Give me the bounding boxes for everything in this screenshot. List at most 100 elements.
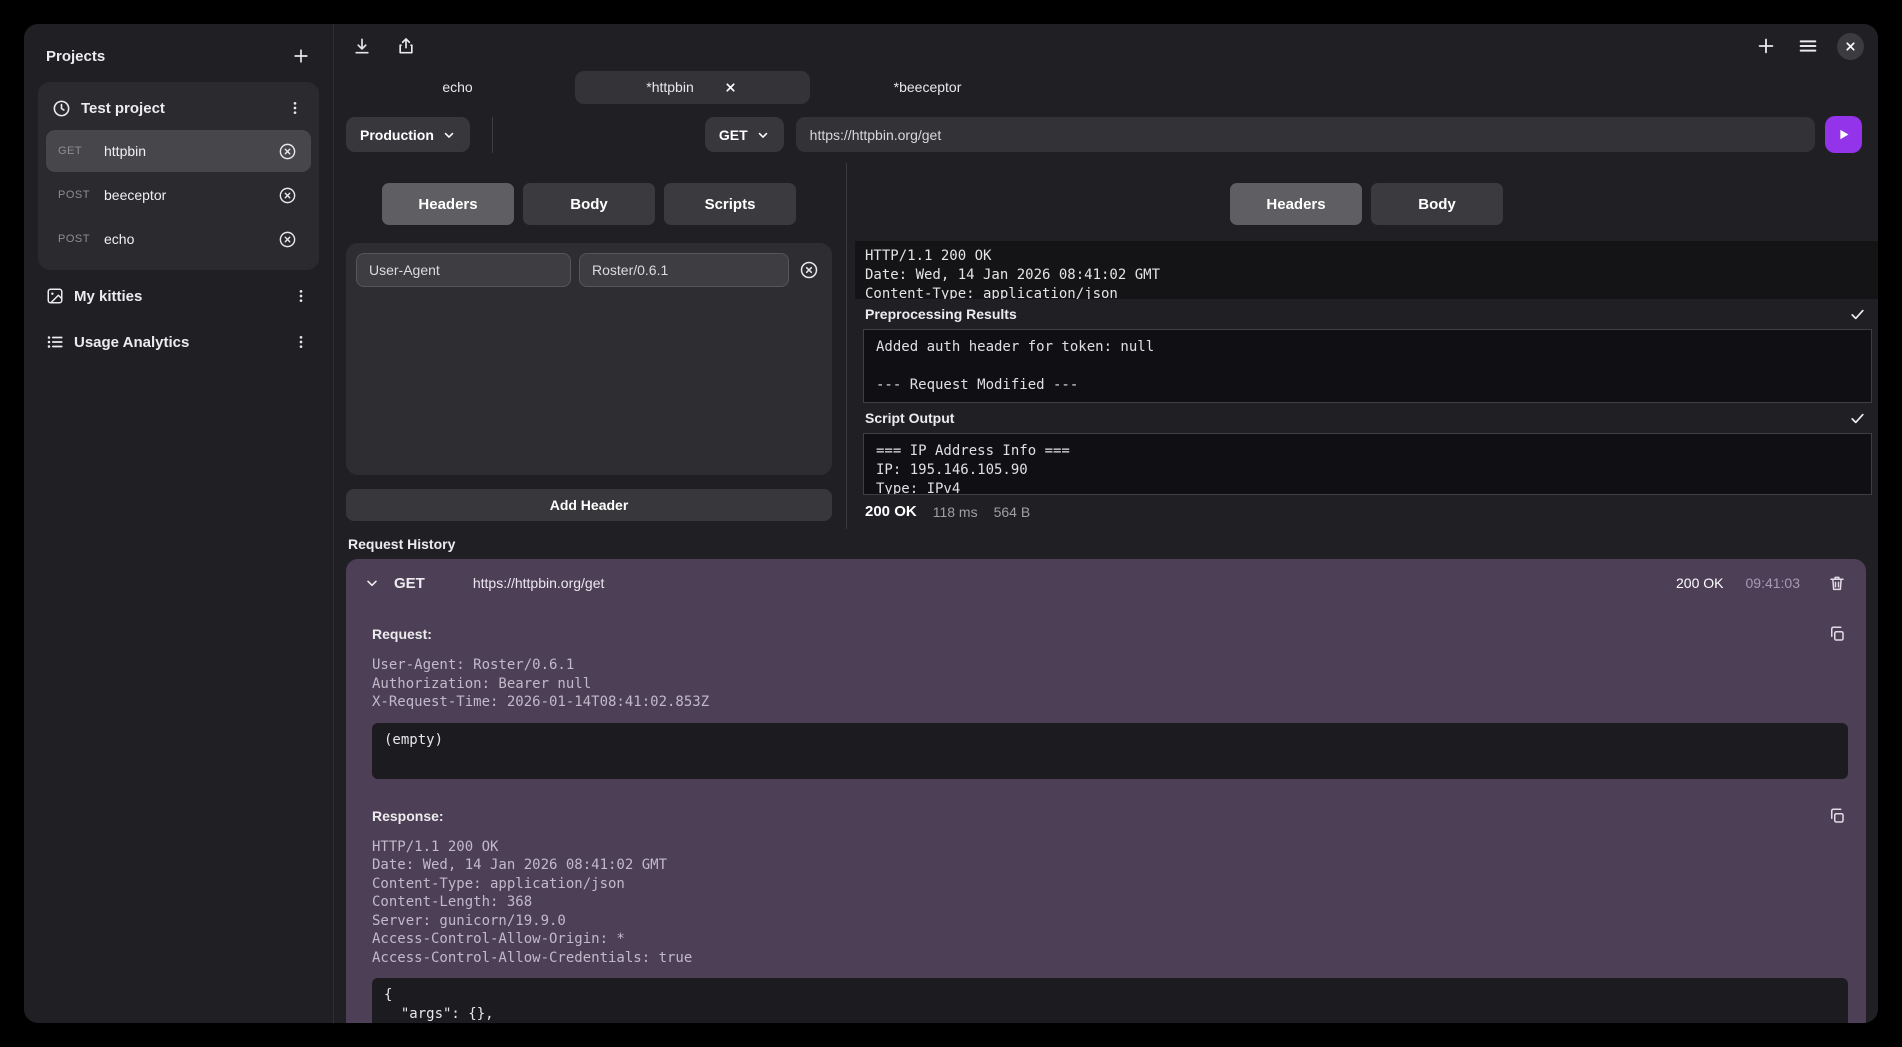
script-output[interactable]: === IP Address Info === IP: 195.146.105.… — [863, 433, 1872, 495]
response-panel-tabs: Headers Body — [855, 183, 1878, 225]
sidebar-item-label: My kitties — [74, 288, 281, 305]
history-entry-body: Request: User-Agent: Roster/0.6.1 Author… — [346, 623, 1866, 1023]
import-button[interactable] — [350, 34, 374, 58]
request-history-title: Request History — [346, 529, 1866, 559]
request-bar: Production GET — [334, 106, 1878, 163]
app-window: Projects Test project GET httpbin — [24, 24, 1878, 1023]
method-selector[interactable]: GET — [705, 117, 784, 152]
copy-request-button[interactable] — [1826, 623, 1848, 645]
history-request-headers: User-Agent: Roster/0.6.1 Authorization: … — [372, 656, 1848, 712]
new-tab-button[interactable] — [1753, 33, 1779, 59]
check-icon — [1849, 410, 1866, 427]
tab-close-button[interactable] — [722, 79, 739, 96]
preprocessing-title: Preprocessing Results — [865, 306, 1017, 322]
script-output-section-header: Script Output — [855, 403, 1878, 433]
response-headers-output[interactable]: HTTP/1.1 200 OK Date: Wed, 14 Jan 2026 0… — [855, 241, 1878, 299]
history-entry-header[interactable]: GET https://httpbin.org/get 200 OK 09:41… — [346, 559, 1866, 607]
kebab-icon — [293, 288, 309, 304]
history-response-body: { "args": {}, "headers": { — [372, 978, 1848, 1023]
request-method-badge: POST — [58, 189, 104, 201]
copy-icon — [1828, 625, 1846, 643]
delete-history-button[interactable] — [1826, 572, 1848, 594]
header-key-input[interactable] — [356, 253, 571, 287]
collection-menu-button[interactable] — [291, 286, 311, 306]
request-label: Request: — [372, 626, 432, 642]
sidebar: Projects Test project GET httpbin — [24, 24, 334, 1023]
image-icon — [46, 287, 64, 305]
circle-x-icon — [278, 186, 297, 205]
close-icon — [1844, 40, 1857, 53]
divider — [492, 117, 493, 153]
tab-beeceptor[interactable]: *beeceptor — [810, 71, 1045, 104]
request-name: beeceptor — [104, 187, 276, 203]
new-project-button[interactable] — [289, 44, 313, 68]
add-header-button[interactable]: Add Header — [346, 489, 832, 521]
remove-request-button[interactable] — [276, 184, 299, 207]
response-label: Response: — [372, 808, 444, 824]
collection-menu-button[interactable] — [291, 332, 311, 352]
list-icon — [46, 333, 64, 351]
history-method: GET — [394, 575, 425, 592]
request-name: echo — [104, 231, 276, 247]
preprocessing-output[interactable]: Added auth header for token: null --- Re… — [863, 329, 1872, 403]
url-input[interactable] — [796, 117, 1815, 152]
app-menu-button[interactable] — [1795, 33, 1821, 59]
tab-label: *httpbin — [646, 79, 693, 95]
sidebar-request-httpbin[interactable]: GET httpbin — [46, 130, 311, 172]
headers-panel — [346, 243, 832, 475]
remove-header-button[interactable] — [797, 258, 821, 282]
tab-headers[interactable]: Headers — [382, 183, 514, 225]
document-tab-bar: echo *httpbin *beeceptor — [334, 68, 1878, 106]
status-code: 200 OK — [865, 503, 917, 520]
sidebar-item-usage-analytics[interactable]: Usage Analytics — [38, 316, 319, 362]
copy-icon — [1828, 807, 1846, 825]
tab-response-headers[interactable]: Headers — [1230, 183, 1362, 225]
request-editor-tabs: Headers Body Scripts — [346, 183, 832, 225]
environment-label: Production — [360, 127, 434, 143]
tab-scripts[interactable]: Scripts — [664, 183, 796, 225]
project-header[interactable]: Test project — [46, 90, 311, 130]
kebab-icon — [293, 334, 309, 350]
request-name: httpbin — [104, 143, 276, 159]
circle-x-icon — [278, 142, 297, 161]
remove-request-button[interactable] — [276, 140, 299, 163]
sidebar-header: Projects — [38, 40, 319, 78]
chevron-down-icon[interactable] — [364, 575, 380, 591]
method-label: GET — [719, 127, 748, 143]
send-button[interactable] — [1825, 116, 1862, 153]
copy-response-button[interactable] — [1826, 805, 1848, 827]
history-timestamp: 09:41:03 — [1746, 575, 1801, 591]
circle-x-icon — [799, 260, 819, 280]
kebab-icon — [287, 100, 303, 116]
sidebar-title: Projects — [46, 48, 105, 65]
remove-request-button[interactable] — [276, 228, 299, 251]
header-value-input[interactable] — [579, 253, 789, 287]
sidebar-request-echo[interactable]: POST echo — [46, 218, 311, 260]
tab-echo[interactable]: echo — [340, 71, 575, 104]
response-size: 564 B — [994, 504, 1031, 520]
environment-selector[interactable]: Production — [346, 117, 470, 152]
tab-label: *beeceptor — [894, 79, 962, 95]
request-method-badge: GET — [58, 145, 104, 157]
main-area: echo *httpbin *beeceptor Production GET — [334, 24, 1878, 1023]
check-icon — [1849, 306, 1866, 323]
export-button[interactable] — [394, 34, 418, 58]
circle-x-icon — [278, 230, 297, 249]
header-row — [356, 253, 822, 287]
project-menu-button[interactable] — [285, 98, 305, 118]
tab-body[interactable]: Body — [523, 183, 655, 225]
project-name: Test project — [81, 100, 275, 117]
tab-response-body[interactable]: Body — [1371, 183, 1503, 225]
window-close-button[interactable] — [1837, 33, 1864, 60]
plus-icon — [1755, 35, 1777, 57]
sidebar-request-beeceptor[interactable]: POST beeceptor — [46, 174, 311, 216]
request-method-badge: POST — [58, 233, 104, 245]
sidebar-item-label: Usage Analytics — [74, 334, 281, 351]
chevron-down-icon — [756, 128, 770, 142]
plus-icon — [291, 46, 311, 66]
sidebar-item-my-kitties[interactable]: My kitties — [38, 270, 319, 316]
tab-httpbin[interactable]: *httpbin — [575, 71, 810, 104]
upload-icon — [396, 36, 416, 56]
download-icon — [352, 36, 372, 56]
top-toolbar — [334, 24, 1878, 68]
